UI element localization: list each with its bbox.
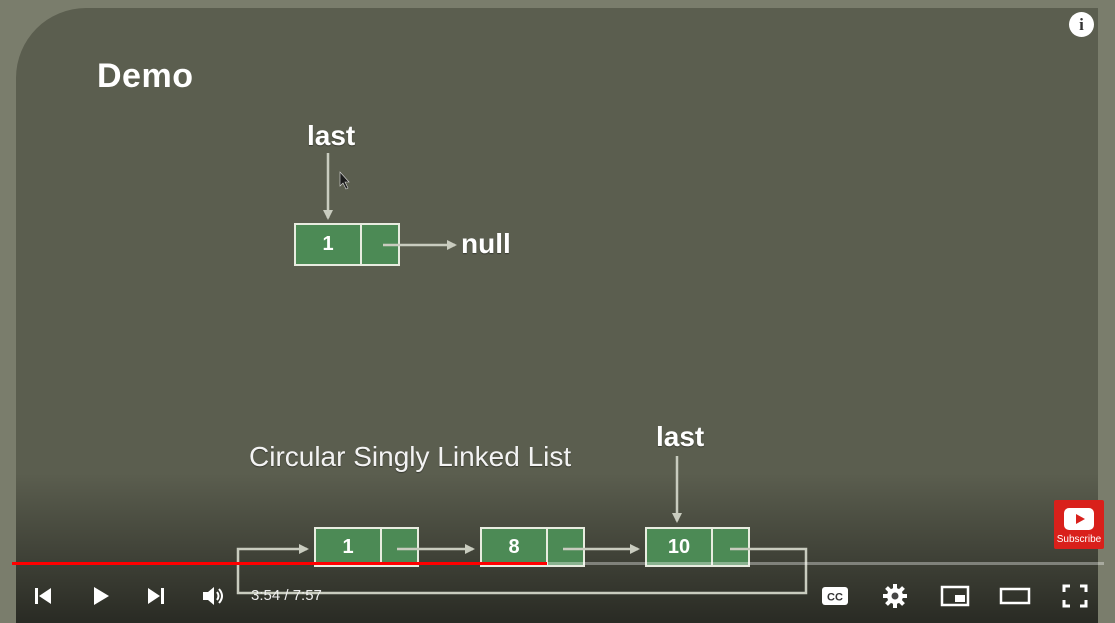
diagram-arrows xyxy=(236,153,808,595)
play-icon[interactable] xyxy=(88,583,114,609)
info-icon[interactable]: i xyxy=(1069,12,1094,37)
time-display: 3:54 / 7:57 xyxy=(251,587,322,604)
settings-icon[interactable] xyxy=(881,582,909,610)
volume-icon[interactable] xyxy=(200,583,228,609)
youtube-logo-icon xyxy=(1064,508,1094,530)
mouse-cursor xyxy=(339,171,350,190)
circular-return-arrow xyxy=(236,544,808,595)
cc-icon[interactable]: CC xyxy=(820,583,850,609)
next-icon[interactable] xyxy=(143,583,169,609)
svg-text:CC: CC xyxy=(827,592,843,604)
video-frame[interactable]: Demo last 1 null Circular Singly Linked … xyxy=(0,0,1115,623)
theater-icon[interactable] xyxy=(998,583,1032,609)
fullscreen-icon[interactable] xyxy=(1061,583,1089,609)
subscribe-label: Subscribe xyxy=(1056,534,1102,545)
previous-icon[interactable] xyxy=(30,583,56,609)
progress-played xyxy=(12,562,548,565)
progress-bar[interactable] xyxy=(12,562,1104,565)
subscribe-button[interactable]: Subscribe xyxy=(1054,500,1104,549)
miniplayer-icon[interactable] xyxy=(939,583,971,609)
